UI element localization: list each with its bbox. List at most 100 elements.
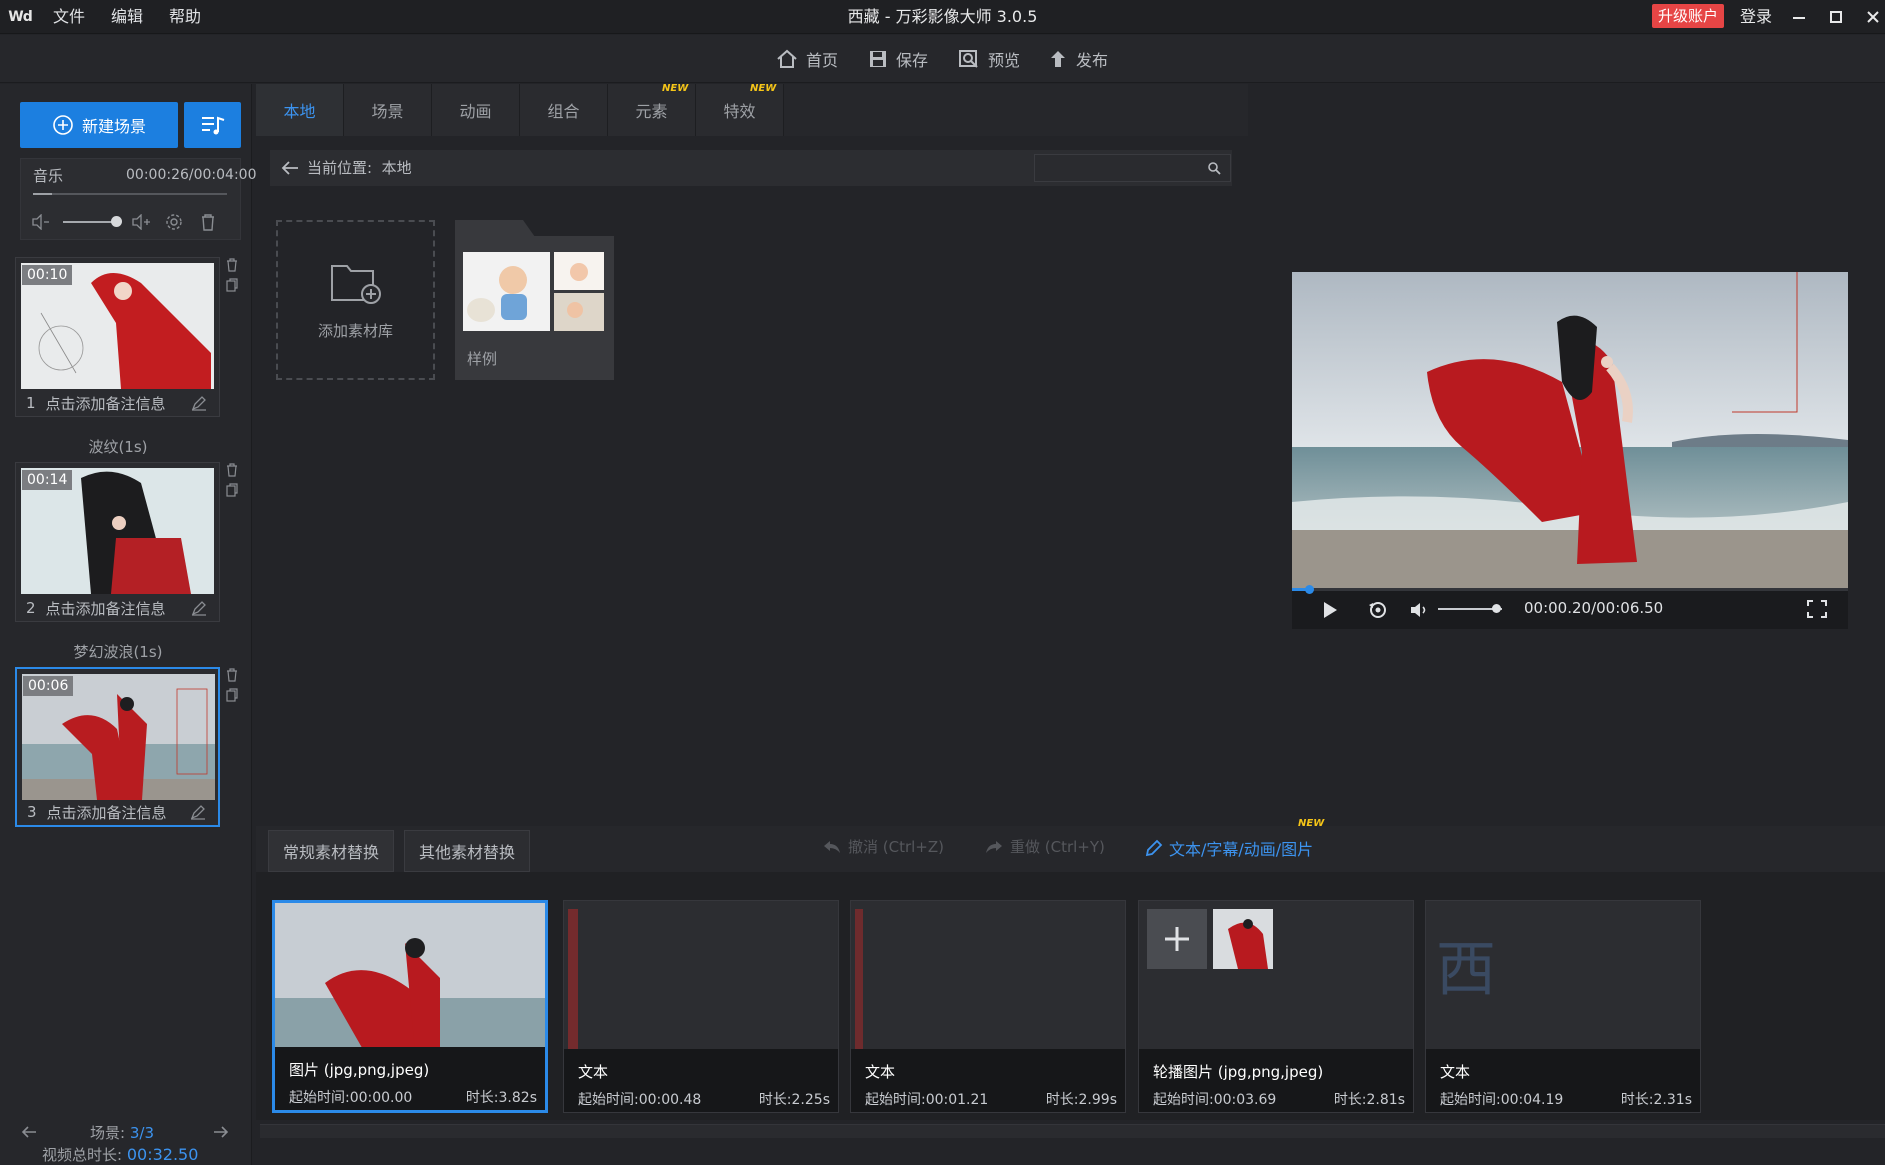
replay-icon[interactable] xyxy=(1367,600,1389,620)
clip-duration: 时长:2.31s xyxy=(1620,1092,1692,1108)
scene-panel xyxy=(0,84,252,1165)
upgrade-account-button[interactable]: 升级账户 xyxy=(1652,4,1725,28)
text-subtitle-animation-image-button[interactable]: 文本/字幕/动画/图片 xyxy=(1145,836,1313,860)
preview-image xyxy=(1292,272,1848,588)
clip-duration: 时长:2.25s xyxy=(758,1092,830,1108)
music-volume-slider[interactable] xyxy=(63,221,117,223)
trash-icon[interactable] xyxy=(226,463,238,477)
edit-icon[interactable] xyxy=(191,395,207,411)
tab-regular-replace[interactable]: 常规素材替换 xyxy=(268,830,395,872)
undo-button[interactable]: 撤消 (Ctrl+Z) xyxy=(822,836,944,857)
menu-help[interactable]: 帮助 xyxy=(156,0,214,34)
tab-other-replace[interactable]: 其他素材替换 xyxy=(404,830,531,872)
player-progress-knob[interactable] xyxy=(1304,585,1314,594)
home-button[interactable]: 首页 xyxy=(776,35,838,83)
clip-text-1[interactable]: 文本 起始时间:00:00.48 时长:2.25s xyxy=(563,900,839,1113)
clip-duration: 时长:3.82s xyxy=(465,1090,537,1106)
undo-icon xyxy=(824,840,840,853)
clip-image[interactable]: 图片 (jpg,png,jpeg) 起始时间:00:00.00 时长:3.82s xyxy=(272,900,548,1113)
add-library-label: 添加素材库 xyxy=(317,321,393,340)
scene-card-2[interactable]: 00:14 2 点击添加备注信息 xyxy=(15,462,220,622)
scene-card-1[interactable]: 00:10 1 点击添加备注信息 xyxy=(15,257,220,417)
tab-animation[interactable]: 动画 xyxy=(432,84,520,136)
menu-edit[interactable]: 编辑 xyxy=(98,0,156,34)
back-arrow-icon[interactable] xyxy=(280,160,300,176)
music-progress-bar[interactable] xyxy=(33,193,227,195)
copy-icon[interactable] xyxy=(226,483,238,497)
player-progress-track[interactable] xyxy=(1292,588,1848,591)
scene-note[interactable]: 点击添加备注信息 xyxy=(46,598,166,619)
save-button[interactable]: 保存 xyxy=(868,35,928,83)
preview-canvas[interactable] xyxy=(1292,272,1848,588)
copy-icon[interactable] xyxy=(226,278,238,292)
transition-label-2[interactable]: 梦幻波浪(1s) xyxy=(0,641,236,662)
player-controls: 00:00.20/00:06.50 xyxy=(1292,585,1848,629)
fullscreen-icon[interactable] xyxy=(1807,600,1827,618)
upload-icon xyxy=(1051,51,1065,67)
redo-icon xyxy=(986,840,1002,853)
close-button[interactable] xyxy=(1855,0,1885,34)
scene-card-3[interactable]: 00:06 3 点击添加备注信息 xyxy=(15,667,220,827)
edit-icon[interactable] xyxy=(191,600,207,616)
volume-down-button[interactable] xyxy=(27,210,55,234)
tab-local[interactable]: 本地 xyxy=(256,84,344,136)
clip-text-preview xyxy=(855,909,863,1049)
new-badge-elements: NEW xyxy=(662,83,689,94)
minimize-button[interactable] xyxy=(1781,0,1817,34)
home-label: 首页 xyxy=(806,51,839,70)
redo-label: 重做 (Ctrl+Y) xyxy=(1010,838,1105,856)
music-label: 音乐 xyxy=(33,167,64,185)
new-badge-text: NEW xyxy=(1298,818,1325,829)
sample-thumbnails xyxy=(463,252,604,331)
music-list-icon xyxy=(201,116,224,135)
arrow-right-icon[interactable] xyxy=(212,1125,230,1139)
tab-combination[interactable]: 组合 xyxy=(520,84,608,136)
maximize-button[interactable] xyxy=(1818,0,1854,34)
scene-note[interactable]: 点击添加备注信息 xyxy=(47,802,167,823)
tab-scene[interactable]: 场景 xyxy=(344,84,432,136)
music-delete-button[interactable] xyxy=(194,210,222,234)
trash-icon[interactable] xyxy=(226,668,238,682)
clips-horizontal-scrollbar[interactable] xyxy=(260,1124,1885,1138)
transition-label-1[interactable]: 波纹(1s) xyxy=(0,436,236,457)
clip-duration: 时长:2.81s xyxy=(1333,1092,1405,1108)
trash-icon[interactable] xyxy=(226,258,238,272)
app-logo: Wd xyxy=(8,9,32,25)
player-volume-knob[interactable] xyxy=(1491,604,1501,613)
clip-start-time: 起始时间:00:01.21 xyxy=(865,1092,989,1108)
clip-text-3[interactable]: 西 文本 起始时间:00:04.19 时长:2.31s xyxy=(1425,900,1701,1113)
preview-button[interactable]: 预览 xyxy=(958,35,1020,83)
add-carousel-image-button[interactable] xyxy=(1147,909,1207,969)
sample-folder[interactable]: 样例 xyxy=(455,236,614,380)
redo-button[interactable]: 重做 (Ctrl+Y) xyxy=(984,836,1105,857)
total-duration-label: 视频总时长: xyxy=(42,1146,123,1164)
current-location-label: 当前位置: xyxy=(307,159,373,177)
library-search-input[interactable] xyxy=(1034,154,1231,182)
play-icon[interactable] xyxy=(1322,601,1338,619)
save-icon xyxy=(870,51,886,67)
publish-button[interactable]: 发布 xyxy=(1048,35,1108,83)
music-list-button[interactable] xyxy=(184,102,241,148)
volume-up-button[interactable] xyxy=(127,210,155,234)
clip-text-2[interactable]: 文本 起始时间:00:01.21 时长:2.99s xyxy=(850,900,1126,1113)
menu-file[interactable]: 文件 xyxy=(40,0,98,34)
scene-duration: 00:10 xyxy=(22,265,73,285)
arrow-left-icon[interactable] xyxy=(20,1125,38,1139)
trash-icon xyxy=(202,214,214,231)
login-button[interactable]: 登录 xyxy=(1740,0,1772,34)
volume-icon[interactable] xyxy=(1409,601,1429,619)
total-duration: 视频总时长: 00:32.50 xyxy=(42,1144,198,1165)
scene-footer: 2 点击添加备注信息 xyxy=(16,595,219,621)
scene-note[interactable]: 点击添加备注信息 xyxy=(46,393,166,414)
add-library-button[interactable]: 添加素材库 xyxy=(276,220,435,380)
scene-counter-value: 3/3 xyxy=(129,1124,154,1142)
new-scene-button[interactable]: 新建场景 xyxy=(20,102,178,148)
music-volume-knob[interactable] xyxy=(111,216,122,227)
clip-footer: 轮播图片 (jpg,png,jpeg) 起始时间:00:03.69 时长:2.8… xyxy=(1139,1049,1413,1112)
copy-icon[interactable] xyxy=(226,688,238,702)
clip-start-time: 起始时间:00:03.69 xyxy=(1153,1092,1277,1108)
edit-icon[interactable] xyxy=(190,804,206,820)
music-settings-button[interactable] xyxy=(160,210,188,234)
carousel-thumbnail[interactable] xyxy=(1213,909,1273,969)
clip-carousel-image[interactable]: 轮播图片 (jpg,png,jpeg) 起始时间:00:03.69 时长:2.8… xyxy=(1138,900,1414,1113)
